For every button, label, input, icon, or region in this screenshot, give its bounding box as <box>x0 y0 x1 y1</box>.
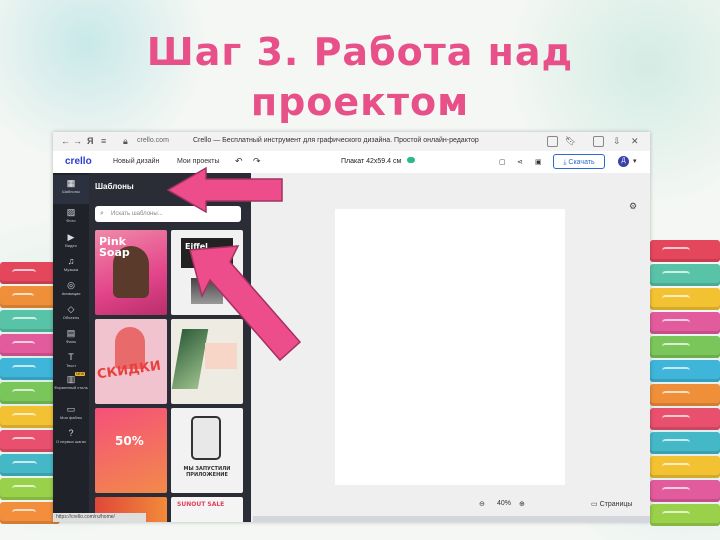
horizontal-arrow-icon <box>166 166 283 214</box>
arrow-to-templates-title <box>166 166 302 362</box>
diagonal-arrow-icon <box>189 245 302 362</box>
